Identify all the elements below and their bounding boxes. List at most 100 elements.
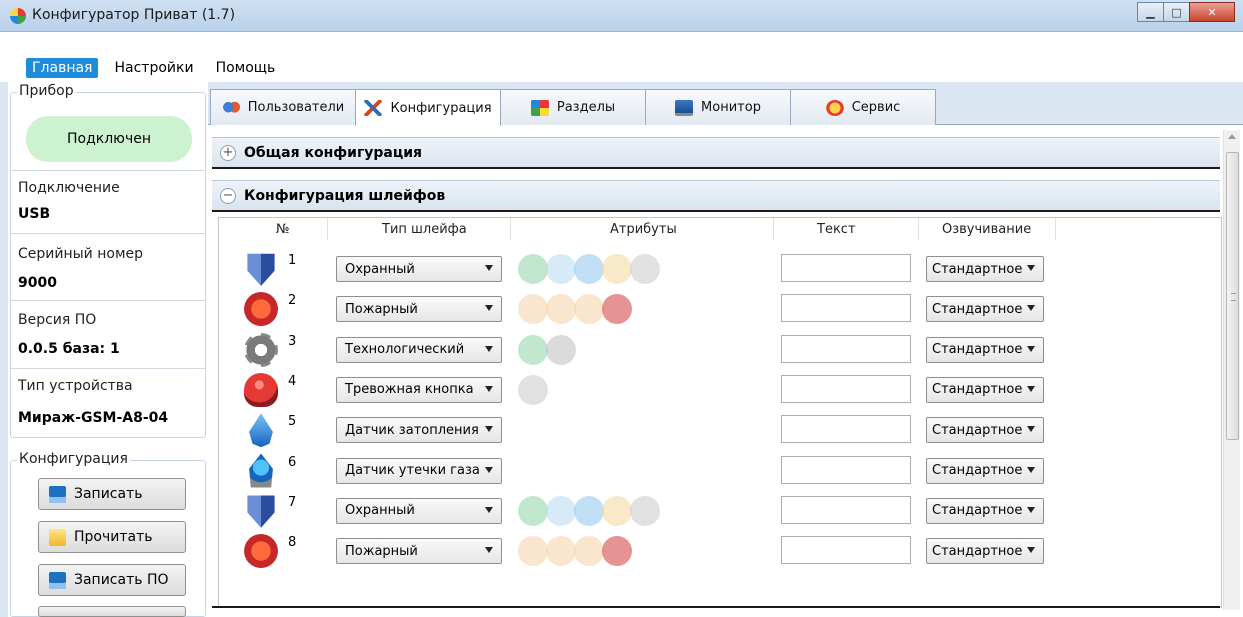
- dropdown-arrow-icon: [1027, 506, 1035, 513]
- sound-select[interactable]: Стандартное: [926, 376, 1044, 403]
- divider: [10, 368, 206, 369]
- sound-select[interactable]: Стандартное: [926, 457, 1044, 484]
- loop-text-input[interactable]: [781, 294, 911, 323]
- attribute-toggle-icon[interactable]: [518, 334, 548, 365]
- loop-type-select[interactable]: Датчик утечки газа: [336, 457, 502, 484]
- sound-value: Стандартное: [932, 382, 1023, 398]
- close-icon[interactable]: ✕: [1189, 2, 1235, 22]
- connection-label: Подключение: [18, 180, 120, 196]
- loop-text-input[interactable]: [781, 334, 911, 363]
- loop-text-input[interactable]: [781, 455, 911, 484]
- attribute-toggle-icon[interactable]: [602, 294, 632, 325]
- sound-value: Стандартное: [932, 261, 1023, 277]
- loop-type-select[interactable]: Охранный: [336, 497, 502, 524]
- sound-select[interactable]: Стандартное: [926, 336, 1044, 363]
- dropdown-arrow-icon: [485, 265, 493, 271]
- sound-value: Стандартное: [932, 543, 1023, 559]
- attribute-toggle-icon[interactable]: [574, 495, 604, 526]
- column-divider: [510, 218, 511, 240]
- loop-type-select[interactable]: Датчик затопления: [336, 417, 502, 444]
- more-button[interactable]: [38, 606, 186, 617]
- sound-select[interactable]: Стандартное: [926, 538, 1044, 565]
- dropdown-arrow-icon: [485, 466, 493, 473]
- gas-flame-icon: [249, 453, 273, 488]
- loop-text-input[interactable]: [781, 374, 911, 403]
- floppy-disk-icon: [49, 485, 66, 503]
- attribute-toggle-icon[interactable]: [518, 294, 548, 325]
- attribute-toggle-icon[interactable]: [574, 536, 604, 567]
- attribute-toggle-icon[interactable]: [574, 294, 604, 325]
- read-button[interactable]: Прочитать: [38, 521, 186, 553]
- column-header-sound: Озвучивание: [942, 222, 1032, 237]
- attribute-toggle-icon[interactable]: [518, 254, 548, 284]
- attribute-toggle-icon[interactable]: [630, 495, 660, 526]
- attribute-toggle-icon[interactable]: [602, 536, 632, 567]
- sound-select[interactable]: Стандартное: [926, 296, 1044, 323]
- tab-partitions[interactable]: Разделы: [500, 89, 646, 125]
- attribute-toggle-icon[interactable]: [546, 334, 576, 365]
- tab-configuration[interactable]: Конфигурация: [355, 89, 501, 126]
- loop-text-input[interactable]: [781, 495, 911, 524]
- firmware-value: 0.0.5 база: 1: [18, 341, 120, 357]
- loop-number: 2: [288, 293, 297, 309]
- loop-type-select[interactable]: Технологический: [336, 336, 502, 363]
- write-button[interactable]: Записать: [38, 478, 186, 510]
- section-bottom-border: [212, 606, 1220, 608]
- dropdown-arrow-icon: [1027, 265, 1035, 271]
- loop-type-select[interactable]: Пожарный: [336, 296, 502, 323]
- tab-service[interactable]: Сервис: [790, 89, 936, 125]
- divider: [10, 300, 206, 301]
- title-bar: Конфигуратор Приват (1.7) ▁ □ ✕: [0, 0, 1243, 32]
- loop-type-select[interactable]: Охранный: [336, 256, 502, 282]
- scroll-up-icon[interactable]: [1228, 134, 1236, 139]
- loop-type-value: Охранный: [345, 503, 415, 519]
- collapse-minus-icon[interactable]: −: [220, 187, 236, 204]
- tab-users[interactable]: Пользователи: [210, 89, 356, 125]
- loop-text-input[interactable]: [781, 254, 911, 282]
- sound-select[interactable]: Стандартное: [926, 497, 1044, 524]
- vertical-scrollbar[interactable]: [1223, 130, 1240, 610]
- tab-bar: Пользователи Конфигурация Разделы Монито…: [210, 89, 936, 126]
- expand-plus-icon[interactable]: +: [220, 144, 236, 161]
- app-window: Конфигуратор Приват (1.7) ▁ □ ✕ Главная …: [0, 0, 1243, 617]
- loop-text-input[interactable]: [781, 536, 911, 565]
- sound-select[interactable]: Стандартное: [926, 417, 1044, 444]
- water-drop-icon: [249, 413, 273, 448]
- scrollbar-thumb[interactable]: [1226, 152, 1239, 440]
- loops-config-title: Конфигурация шлейфов: [244, 187, 446, 204]
- loop-text-input[interactable]: [781, 415, 911, 444]
- general-config-header[interactable]: + Общая конфигурация: [212, 137, 1220, 169]
- serial-label: Серийный номер: [18, 246, 144, 262]
- loop-type-select[interactable]: Пожарный: [336, 538, 502, 565]
- minimize-icon[interactable]: ▁: [1137, 2, 1164, 22]
- attribute-toggle-icon[interactable]: [602, 495, 632, 526]
- attribute-toggle-icon[interactable]: [602, 254, 632, 284]
- menu-help[interactable]: Помощь: [210, 58, 282, 78]
- loop-number: 5: [288, 414, 297, 430]
- attribute-toggle-icon[interactable]: [518, 495, 548, 526]
- column-header-text: Текст: [817, 222, 856, 237]
- loop-type-select[interactable]: Тревожная кнопка: [336, 376, 502, 403]
- attribute-toggle-icon[interactable]: [546, 254, 576, 284]
- attribute-toggle-icon[interactable]: [630, 254, 660, 284]
- menu-main[interactable]: Главная: [26, 58, 99, 78]
- menu-settings[interactable]: Настройки: [108, 58, 199, 78]
- fire-icon: [244, 534, 278, 569]
- sound-select[interactable]: Стандартное: [926, 256, 1044, 282]
- attribute-toggle-icon[interactable]: [518, 374, 548, 405]
- loops-config-header[interactable]: − Конфигурация шлейфов: [212, 180, 1220, 212]
- attribute-toggle-icon[interactable]: [546, 495, 576, 526]
- write-firmware-button[interactable]: Записать ПО: [38, 564, 186, 596]
- tab-monitor[interactable]: Монитор: [645, 89, 791, 125]
- attribute-toggle-icon[interactable]: [574, 254, 604, 284]
- floppy-disk-icon: [49, 571, 66, 589]
- maximize-icon[interactable]: □: [1163, 2, 1190, 22]
- attribute-toggle-icon[interactable]: [546, 536, 576, 567]
- window-title: Конфигуратор Приват (1.7): [32, 7, 236, 23]
- dropdown-arrow-icon: [485, 385, 493, 392]
- firmware-label: Версия ПО: [18, 312, 97, 328]
- attribute-toggle-icon[interactable]: [518, 536, 548, 567]
- attribute-toggle-icon[interactable]: [546, 294, 576, 325]
- config-group-title: Конфигурация: [17, 451, 130, 467]
- column-divider: [773, 218, 774, 240]
